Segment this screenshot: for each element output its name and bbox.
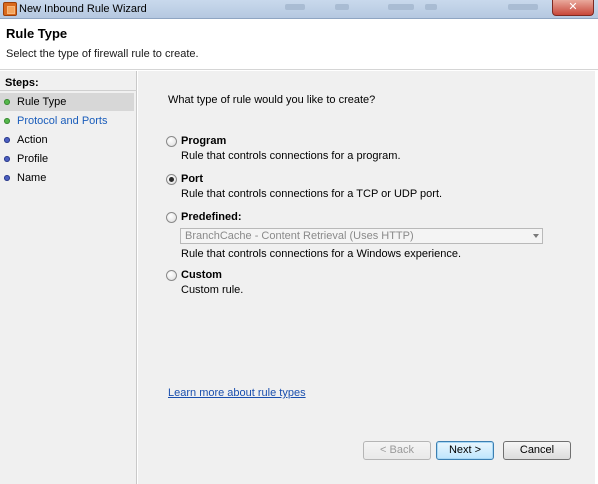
background-window-blur xyxy=(425,4,437,10)
wizard-header: Rule Type Select the type of firewall ru… xyxy=(0,19,598,70)
chevron-down-icon xyxy=(533,234,539,238)
learn-more-link[interactable]: Learn more about rule types xyxy=(168,387,306,399)
background-window-blur xyxy=(508,4,538,10)
step-complete-bullet-icon xyxy=(4,99,10,105)
cancel-button[interactable]: Cancel xyxy=(503,441,571,460)
steps-label: Steps: xyxy=(5,77,39,89)
predefined-radio[interactable] xyxy=(166,212,177,223)
option-title: Custom xyxy=(181,269,222,281)
option-description: Rule that controls connections for a TCP… xyxy=(181,188,443,200)
step-label: Profile xyxy=(17,153,49,165)
back-button[interactable]: < Back xyxy=(363,441,431,460)
step-pending-bullet-icon xyxy=(4,175,10,181)
background-window-blur xyxy=(285,4,305,10)
step-label: Rule Type xyxy=(17,96,67,108)
rule-type-question: What type of rule would you like to crea… xyxy=(168,94,376,106)
step-profile: Profile xyxy=(0,150,134,168)
option-title: Predefined: xyxy=(181,211,242,223)
page-subtitle: Select the type of firewall rule to crea… xyxy=(6,48,199,60)
step-label: Action xyxy=(17,134,48,146)
predefined-select-value: BranchCache - Content Retrieval (Uses HT… xyxy=(185,230,414,242)
option-description: Rule that controls connections for a pro… xyxy=(181,150,401,162)
option-title: Program xyxy=(181,135,227,147)
title-bar[interactable]: New Inbound Rule Wizard ✕ xyxy=(0,0,598,19)
firewall-app-icon xyxy=(3,2,17,16)
option-title: Port xyxy=(181,173,203,185)
next-button[interactable]: Next > xyxy=(436,441,494,460)
steps-divider xyxy=(0,90,137,91)
program-radio[interactable] xyxy=(166,136,177,147)
predefined-select[interactable]: BranchCache - Content Retrieval (Uses HT… xyxy=(180,228,543,244)
step-protocol-and-ports[interactable]: Protocol and Ports xyxy=(0,112,134,130)
close-button[interactable]: ✕ xyxy=(552,0,594,16)
step-complete-bullet-icon xyxy=(4,118,10,124)
step-pending-bullet-icon xyxy=(4,156,10,162)
option-description: Rule that controls connections for a Win… xyxy=(181,248,462,260)
content-pane: What type of rule would you like to crea… xyxy=(138,71,598,484)
step-name: Name xyxy=(0,169,134,187)
step-label: Protocol and Ports xyxy=(17,115,108,127)
step-action: Action xyxy=(0,131,134,149)
option-description: Custom rule. xyxy=(181,284,244,296)
background-window-blur xyxy=(335,4,349,10)
step-rule-type[interactable]: Rule Type xyxy=(0,93,134,111)
page-title: Rule Type xyxy=(6,26,68,41)
window-title: New Inbound Rule Wizard xyxy=(19,3,147,15)
background-window-blur xyxy=(388,4,414,10)
steps-pane: Steps: Rule Type Protocol and Ports Acti… xyxy=(0,71,137,484)
port-radio[interactable] xyxy=(166,174,177,185)
step-pending-bullet-icon xyxy=(4,137,10,143)
custom-radio[interactable] xyxy=(166,270,177,281)
step-label: Name xyxy=(17,172,47,184)
